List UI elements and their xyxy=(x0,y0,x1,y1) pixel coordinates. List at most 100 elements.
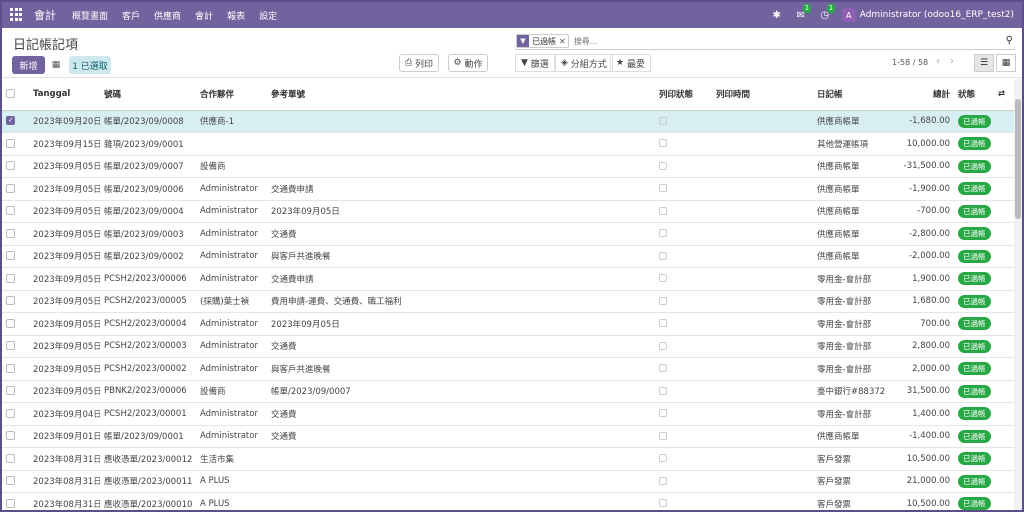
row-checkbox[interactable] xyxy=(6,498,15,508)
select-all-checkbox[interactable] xyxy=(6,89,15,99)
table-row[interactable]: 2023年09月04日 PCSH2/2023/00001 Administrator… xyxy=(2,402,1014,426)
row-checkbox[interactable] xyxy=(6,273,15,283)
menu-reports[interactable]: 報表 xyxy=(227,9,245,22)
apps-menu-icon[interactable] xyxy=(10,8,24,22)
row-select-cell[interactable] xyxy=(2,290,29,313)
list-toggle-icon[interactable]: ▦ xyxy=(49,56,63,74)
select-all-cell[interactable] xyxy=(2,79,29,111)
row-checkbox[interactable] xyxy=(6,228,15,238)
row-select-cell[interactable] xyxy=(2,245,29,268)
menu-accounting[interactable]: 會計 xyxy=(195,9,213,22)
filter-button[interactable]: ▼ 篩選 xyxy=(515,54,555,72)
row-checkbox[interactable] xyxy=(6,341,15,351)
activity-clock-icon[interactable]: ◷ 1 xyxy=(818,4,836,22)
search-facet[interactable]: ▼ 已過帳 ✕ xyxy=(516,34,569,48)
groupby-button[interactable]: ◈ 分組方式 xyxy=(555,54,613,72)
row-checkbox[interactable] xyxy=(6,386,15,396)
row-select-cell[interactable] xyxy=(2,312,29,336)
table-row[interactable]: 2023年09月05日 帳單/2023/09/0004 Administrator 2… xyxy=(2,200,1014,223)
row-select-cell[interactable] xyxy=(2,492,29,510)
row-select-cell[interactable] xyxy=(2,402,29,426)
row-select-cell[interactable] xyxy=(2,335,29,358)
row-checkbox[interactable] xyxy=(6,206,15,216)
table-row[interactable]: 2023年09月05日 帳單/2023/09/0007 設備商 供應商帳單 -31,50… xyxy=(2,155,1014,178)
search-input[interactable] xyxy=(573,36,974,46)
row-checkbox[interactable] xyxy=(6,453,15,463)
menu-customers[interactable]: 客戶 xyxy=(122,9,140,22)
row-checkbox[interactable] xyxy=(6,251,15,261)
row-checkbox[interactable] xyxy=(6,476,15,486)
row-select-cell[interactable] xyxy=(2,425,29,448)
table-row[interactable]: 2023年09月05日 PCSH2/2023/00003 Administrator… xyxy=(2,335,1014,358)
row-select-cell[interactable] xyxy=(2,110,29,133)
row-select-cell[interactable] xyxy=(2,447,29,471)
col-state[interactable]: 狀態 xyxy=(954,79,994,111)
row-select-cell[interactable] xyxy=(2,132,29,156)
table-row[interactable]: 2023年09月05日 PCSH2/2023/00006 Administrator… xyxy=(2,267,1014,291)
action-button[interactable]: ⚙ 動作 xyxy=(448,54,488,72)
table-row[interactable]: 2023年09月01日 帳單/2023/09/0001 Administrator 交… xyxy=(2,425,1014,448)
col-print-status[interactable]: 列印狀態 xyxy=(655,79,712,111)
table-row[interactable]: 2023年09月20日帳單/2023/09/0008供應商-1 供應商帳單-1,6… xyxy=(2,110,1014,133)
table-row[interactable]: 2023年08月31日 應收憑單/2023/00011 A PLUS 客戶發票 21,0… xyxy=(2,470,1014,493)
col-journal[interactable]: 日記帳 xyxy=(813,79,887,111)
table-row[interactable]: 2023年09月05日 帳單/2023/09/0006 Administrator 交… xyxy=(2,177,1014,201)
row-checkbox[interactable] xyxy=(6,431,15,441)
table-row[interactable]: 2023年08月31日 應收憑單/2023/00012 生活市集 客戶發票 10,500… xyxy=(2,447,1014,471)
optional-columns-icon[interactable]: ⇄ xyxy=(994,79,1014,111)
list-view-icon[interactable]: ☰ xyxy=(974,54,994,72)
menu-vendors[interactable]: 供應商 xyxy=(154,9,181,22)
row-select-cell[interactable] xyxy=(2,267,29,291)
row-select-cell[interactable] xyxy=(2,177,29,201)
chevron-right-icon[interactable]: › xyxy=(950,56,954,67)
row-select-cell[interactable] xyxy=(2,380,29,403)
pager-value[interactable]: 1-58 / 58 xyxy=(892,58,928,67)
row-checkbox[interactable] xyxy=(6,183,15,193)
col-number[interactable]: 號碼 xyxy=(100,79,196,111)
row-select-cell[interactable] xyxy=(2,222,29,246)
row-select-cell[interactable] xyxy=(2,470,29,493)
cell-print-status xyxy=(655,335,712,358)
col-total[interactable]: 總計 xyxy=(887,79,954,111)
chevron-left-icon[interactable]: ‹ xyxy=(936,56,940,67)
new-button[interactable]: 新增 xyxy=(12,56,45,74)
selected-count-badge[interactable]: 1 已選取 xyxy=(69,56,111,74)
table-row[interactable]: 2023年09月05日 帳單/2023/09/0002 Administrator 與… xyxy=(2,245,1014,268)
table-row[interactable]: 2023年09月05日 PCSH2/2023/00002 Administrator… xyxy=(2,357,1014,381)
row-checkbox[interactable] xyxy=(6,296,15,306)
table-row[interactable]: 2023年08月31日 應收憑單/2023/00010 A PLUS 客戶發票 10,5… xyxy=(2,492,1014,510)
print-status-checkbox xyxy=(659,139,667,148)
row-checkbox[interactable] xyxy=(6,318,15,328)
row-checkbox[interactable] xyxy=(6,116,15,126)
user-menu[interactable]: A Administrator (odoo16_ERP_test2) xyxy=(841,8,1014,22)
search-icon[interactable]: ⚲ xyxy=(1006,35,1013,46)
app-brand[interactable]: 會計 xyxy=(34,7,56,23)
row-checkbox[interactable] xyxy=(6,408,15,418)
table-row[interactable]: 2023年09月05日 PCSH2/2023/00005 (採購)葉士禎 費用申請-運… xyxy=(2,290,1014,313)
scrollbar[interactable] xyxy=(1014,79,1022,510)
favorites-button[interactable]: ★ 最愛 xyxy=(610,54,651,72)
row-select-cell[interactable] xyxy=(2,357,29,381)
row-select-cell[interactable] xyxy=(2,200,29,223)
cell-total: 700.00 xyxy=(887,312,954,336)
menu-dashboard[interactable]: 概覽畫面 xyxy=(72,9,108,22)
kanban-view-icon[interactable]: ▦ xyxy=(996,54,1016,72)
table-row[interactable]: 2023年09月05日 PCSH2/2023/00004 Administrator… xyxy=(2,312,1014,336)
col-partner[interactable]: 合作夥伴 xyxy=(196,79,267,111)
row-checkbox[interactable] xyxy=(6,161,15,171)
scrollbar-thumb[interactable] xyxy=(1015,99,1021,219)
table-row[interactable]: 2023年09月05日 PBNK2/2023/00006 設備商 帳單/2023/09… xyxy=(2,380,1014,403)
col-ref[interactable]: 參考單號 xyxy=(267,79,655,111)
row-select-cell[interactable] xyxy=(2,155,29,178)
menu-settings[interactable]: 設定 xyxy=(259,9,277,22)
col-date[interactable]: Tanggal xyxy=(29,79,100,111)
print-button[interactable]: ⎙ 列印 xyxy=(399,54,439,72)
chat-icon[interactable]: ✉ 1 xyxy=(794,4,812,22)
bug-icon[interactable]: ✱ xyxy=(770,8,784,22)
table-row[interactable]: 2023年09月15日 雜項/2023/09/0001 其他營運帳項 10,000.0… xyxy=(2,132,1014,156)
table-row[interactable]: 2023年09月05日 帳單/2023/09/0003 Administrator 交… xyxy=(2,222,1014,246)
col-print-time[interactable]: 列印時間 xyxy=(712,79,813,111)
close-icon[interactable]: ✕ xyxy=(559,37,568,46)
row-checkbox[interactable] xyxy=(6,363,15,373)
row-checkbox[interactable] xyxy=(6,138,15,148)
